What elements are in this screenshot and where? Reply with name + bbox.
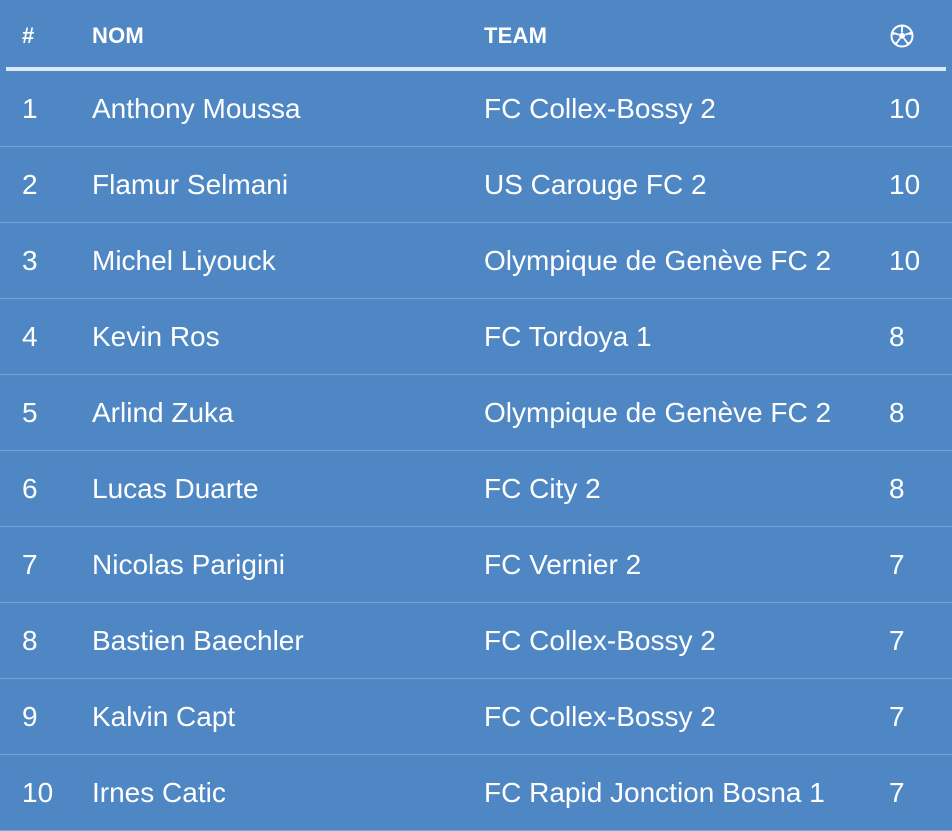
rank-cell: 1: [22, 93, 38, 124]
player-name-cell: Lucas Duarte: [92, 473, 259, 504]
table-row[interactable]: 1 Anthony Moussa FC Collex-Bossy 2 10: [0, 71, 952, 147]
rank-cell: 2: [22, 169, 38, 200]
table-row[interactable]: 2 Flamur Selmani US Carouge FC 2 10: [0, 147, 952, 223]
player-name-cell: Kalvin Capt: [92, 701, 236, 732]
player-name-cell: Kevin Ros: [92, 321, 220, 352]
rank-cell: 9: [22, 701, 38, 732]
team-name-cell: FC Collex-Bossy 2: [484, 93, 716, 124]
goals-cell: 7: [889, 549, 905, 580]
table-row[interactable]: 3 Michel Liyouck Olympique de Genève FC 2 1…: [0, 223, 952, 299]
rank-cell: 10: [22, 777, 54, 808]
goals-cell: 10: [889, 93, 921, 124]
team-name-cell: FC Collex-Bossy 2: [484, 625, 716, 656]
player-name-cell: Arlind Zuka: [92, 397, 234, 428]
team-name-cell: FC Collex-Bossy 2: [484, 701, 716, 732]
goals-cell: 10: [889, 169, 921, 200]
goals-cell: 8: [889, 321, 905, 352]
player-name-cell: Anthony Moussa: [92, 93, 301, 124]
team-name-cell: US Carouge FC 2: [484, 169, 707, 200]
player-name-cell: Michel Liyouck: [92, 245, 276, 276]
goals-cell: 8: [889, 397, 905, 428]
rank-cell: 4: [22, 321, 38, 352]
player-name-cell: Flamur Selmani: [92, 169, 289, 200]
team-column-header[interactable]: TEAM: [484, 22, 547, 50]
team-name-cell: FC Vernier 2: [484, 549, 642, 580]
player-name-cell: Bastien Baechler: [92, 625, 304, 656]
team-name-cell: FC Rapid Jonction Bosna 1: [484, 777, 825, 808]
table-header: # NOM TEAM: [0, 0, 952, 71]
team-name-cell: Olympique de Genève FC 2: [484, 245, 832, 276]
table-row[interactable]: 6 Lucas Duarte FC City 2 8: [0, 451, 952, 527]
team-name-cell: FC City 2: [484, 473, 601, 504]
scorers-table: # NOM TEAM 1 Anthony Moussa FC Collex-Boss…: [0, 0, 952, 831]
player-name-cell: Nicolas Parigini: [92, 549, 285, 580]
table-row[interactable]: 4 Kevin Ros FC Tordoya 1 8: [0, 299, 952, 375]
team-name-cell: FC Tordoya 1: [484, 321, 652, 352]
soccer-ball-icon[interactable]: [890, 24, 914, 48]
player-name-cell: Irnes Catic: [92, 777, 226, 808]
table-row[interactable]: 5 Arlind Zuka Olympique de Genève FC 2 8: [0, 375, 952, 451]
rank-cell: 5: [22, 397, 38, 428]
table-row[interactable]: 8 Bastien Baechler FC Collex-Bossy 2 7: [0, 603, 952, 679]
goals-cell: 7: [889, 625, 905, 656]
table-body: 1 Anthony Moussa FC Collex-Bossy 2 10 2 Flamu…: [0, 71, 952, 831]
rank-column-header[interactable]: #: [22, 22, 34, 50]
goals-cell: 7: [889, 701, 905, 732]
rank-cell: 8: [22, 625, 38, 656]
name-column-header[interactable]: NOM: [92, 22, 144, 50]
rank-cell: 6: [22, 473, 38, 504]
rank-cell: 7: [22, 549, 38, 580]
goals-cell: 7: [889, 777, 905, 808]
table-row[interactable]: 9 Kalvin Capt FC Collex-Bossy 2 7: [0, 679, 952, 755]
table-row[interactable]: 7 Nicolas Parigini FC Vernier 2 7: [0, 527, 952, 603]
goals-cell: 8: [889, 473, 905, 504]
table-row[interactable]: 10 Irnes Catic FC Rapid Jonction Bosna 1 7: [0, 755, 952, 831]
rank-cell: 3: [22, 245, 38, 276]
team-name-cell: Olympique de Genève FC 2: [484, 397, 832, 428]
goals-cell: 10: [889, 245, 921, 276]
